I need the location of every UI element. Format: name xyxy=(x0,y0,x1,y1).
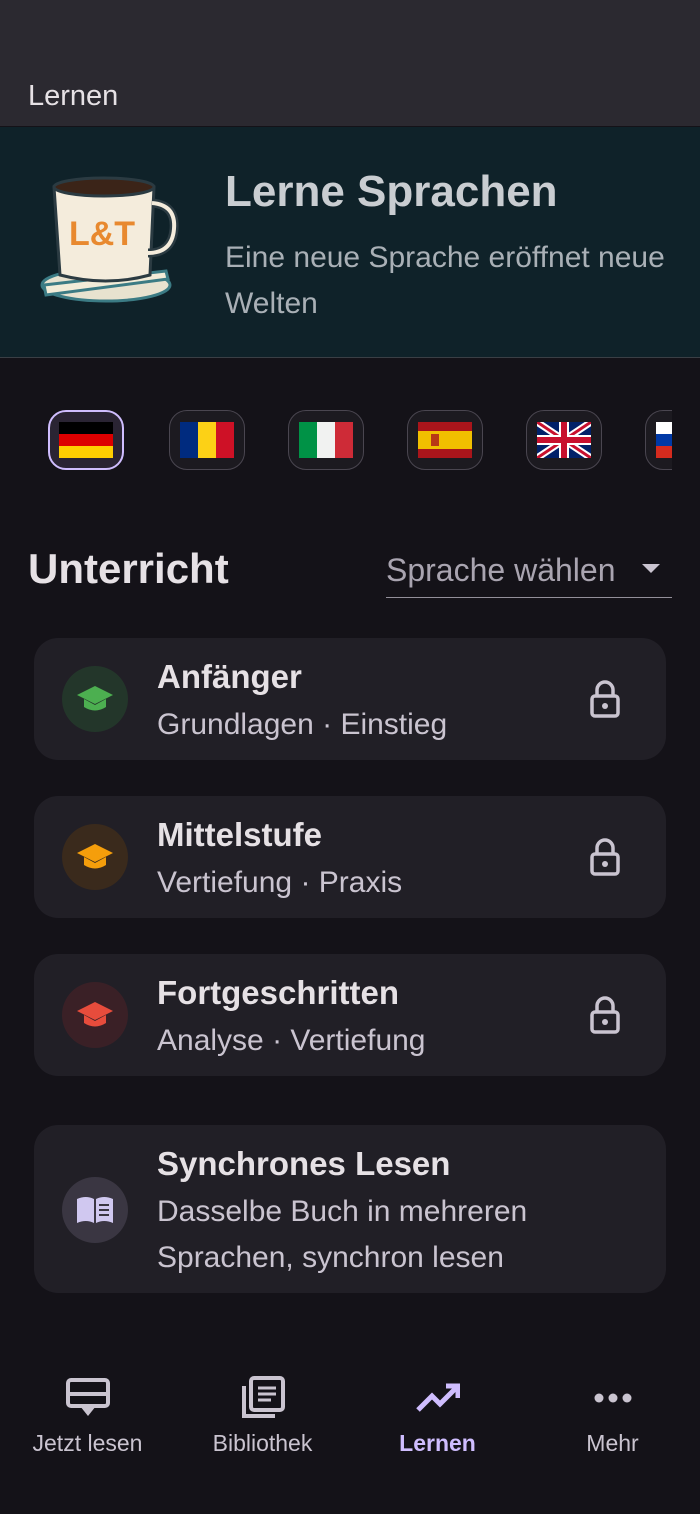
nav-label: Lernen xyxy=(399,1430,476,1456)
lesson-card-beginner[interactable]: Anfänger Grundlagen · Einstieg xyxy=(34,638,666,760)
nav-label: Mehr xyxy=(586,1430,639,1456)
lock-icon xyxy=(590,838,620,876)
lesson-card-intermediate[interactable]: Mittelstufe Vertiefung · Praxis xyxy=(34,796,666,918)
bottom-navigation: Jetzt lesen Bibliothek Lernen Mehr xyxy=(0,1350,700,1514)
nav-label: Bibliothek xyxy=(212,1430,313,1456)
graduation-cap-icon xyxy=(62,824,128,890)
italian-flag-icon xyxy=(299,422,353,458)
german-flag-icon xyxy=(59,422,113,458)
library-icon xyxy=(242,1376,285,1418)
nav-item-lernen[interactable]: Lernen xyxy=(350,1350,525,1480)
card-title: Fortgeschritten xyxy=(157,974,400,1011)
uk-flag-icon xyxy=(537,422,591,458)
flag-chip-romanian[interactable] xyxy=(169,410,245,470)
flag-chip-english[interactable] xyxy=(526,410,602,470)
graduation-cap-icon xyxy=(62,666,128,732)
nav-item-jetzt-lesen[interactable]: Jetzt lesen xyxy=(0,1350,175,1480)
section-title: Unterricht xyxy=(28,545,229,592)
romanian-flag-icon xyxy=(180,422,234,458)
lock-icon xyxy=(590,996,620,1034)
russian-flag-icon xyxy=(656,422,672,458)
flag-chip-russian[interactable] xyxy=(645,410,672,470)
hero-subtitle: Eine neue Sprache eröffnet neue Welten xyxy=(225,241,665,320)
graduation-cap-icon xyxy=(62,982,128,1048)
hero-title: Lerne Sprachen xyxy=(225,167,558,216)
flag-chip-italian[interactable] xyxy=(288,410,364,470)
card-subtitle: Dasselbe Buch in mehreren Sprachen, sync… xyxy=(157,1195,528,1274)
trending-up-icon xyxy=(416,1383,460,1412)
reader-icon xyxy=(66,1378,110,1416)
lesson-card-advanced[interactable]: Fortgeschritten Analyse · Vertiefung xyxy=(34,954,666,1076)
page-title: Lernen xyxy=(28,80,119,112)
lock-icon xyxy=(590,680,620,718)
card-subtitle: Vertiefung · Praxis xyxy=(157,866,403,899)
card-subtitle: Grundlagen · Einstieg xyxy=(157,708,448,741)
card-title: Mittelstufe xyxy=(157,816,322,853)
language-select-placeholder: Sprache wählen xyxy=(386,552,616,588)
card-title: Synchrones Lesen xyxy=(157,1145,451,1182)
card-subtitle: Analyse · Vertiefung xyxy=(157,1024,426,1057)
nav-item-bibliothek[interactable]: Bibliothek xyxy=(175,1350,350,1480)
svg-text:L&T: L&T xyxy=(69,215,135,253)
language-flag-row xyxy=(0,410,672,472)
language-select-dropdown[interactable]: Sprache wählen xyxy=(386,548,672,598)
flag-chip-spanish[interactable] xyxy=(407,410,483,470)
sync-reading-card[interactable]: Synchrones Lesen Dasselbe Buch in mehrer… xyxy=(34,1125,666,1293)
hero-banner: L&T Lerne Sprachen Eine neue Sprache erö… xyxy=(0,127,700,358)
open-book-icon xyxy=(62,1177,128,1243)
nav-item-mehr[interactable]: Mehr xyxy=(525,1350,700,1480)
mug-logo-icon: L&T xyxy=(40,176,179,303)
top-app-bar: Lernen xyxy=(0,0,700,126)
caret-down-icon xyxy=(642,564,660,573)
flag-chip-german[interactable] xyxy=(48,410,124,470)
more-horizontal-icon xyxy=(594,1393,632,1403)
spanish-flag-icon xyxy=(418,422,472,458)
card-title: Anfänger xyxy=(157,658,302,695)
nav-label: Jetzt lesen xyxy=(32,1430,143,1456)
